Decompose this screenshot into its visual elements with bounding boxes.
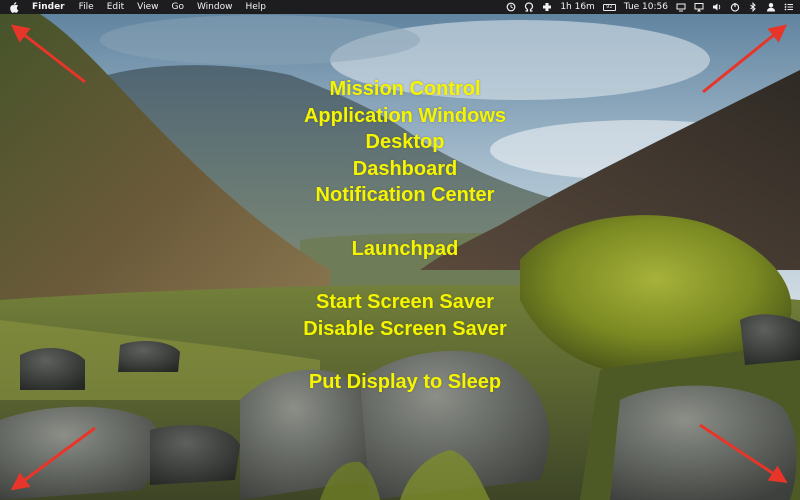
hot-corner-options: Mission Control Application Windows Desk…: [250, 76, 560, 396]
bluetooth-icon[interactable]: [748, 2, 758, 12]
menu-go[interactable]: Go: [171, 0, 183, 14]
option-dashboard[interactable]: Dashboard: [353, 156, 457, 183]
menu-help[interactable]: Help: [245, 0, 266, 14]
battery-icon[interactable]: 92: [602, 3, 616, 11]
menu-view[interactable]: View: [137, 0, 158, 14]
option-start-screen-saver[interactable]: Start Screen Saver: [316, 289, 494, 316]
menu-file[interactable]: File: [79, 0, 94, 14]
menu-edit[interactable]: Edit: [107, 0, 124, 14]
volume-icon[interactable]: [712, 2, 722, 12]
list-icon[interactable]: [784, 2, 794, 12]
option-disable-screen-saver[interactable]: Disable Screen Saver: [303, 316, 506, 343]
apple-icon[interactable]: [10, 0, 20, 14]
option-mission-control[interactable]: Mission Control: [329, 76, 480, 103]
menu-app-finder[interactable]: Finder: [32, 0, 65, 14]
menu-bar: Finder File Edit View Go Window Help 1h …: [0, 0, 800, 14]
menubar-clock[interactable]: Tue 10:56: [624, 0, 668, 14]
omega-icon[interactable]: [524, 2, 534, 12]
option-application-windows[interactable]: Application Windows: [304, 103, 506, 130]
option-notification-center[interactable]: Notification Center: [316, 182, 495, 209]
user-icon[interactable]: [766, 2, 776, 12]
battery-time[interactable]: 1h 16m: [560, 0, 595, 14]
airplay-icon[interactable]: [694, 2, 704, 12]
option-launchpad[interactable]: Launchpad: [352, 236, 459, 263]
power-icon[interactable]: [730, 2, 740, 12]
display-icon[interactable]: [676, 2, 686, 12]
option-desktop[interactable]: Desktop: [366, 129, 445, 156]
sync-icon[interactable]: [506, 2, 516, 12]
option-put-display-to-sleep[interactable]: Put Display to Sleep: [309, 369, 501, 396]
medical-plus-icon[interactable]: [542, 2, 552, 12]
menu-window[interactable]: Window: [197, 0, 233, 14]
